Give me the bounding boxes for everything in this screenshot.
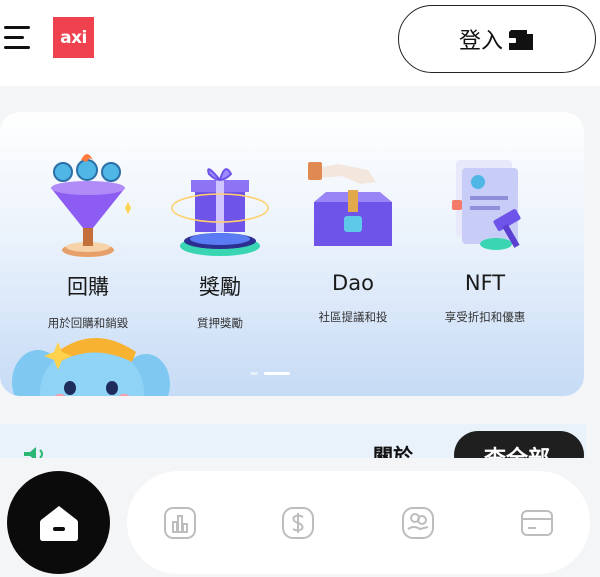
axi-logo[interactable]: axi [53,17,94,58]
ballot-box-icon [308,162,392,246]
carousel-dot-active[interactable] [264,372,290,375]
home-button[interactable] [7,471,110,574]
feature-subtitle: 社區提議和投 [318,310,388,324]
bar-chart-icon[interactable] [162,505,198,541]
bottom-nav-bar [127,471,590,574]
feature-subtitle: 享受折扣和優惠 [444,310,526,324]
top-header: axi 登入 [0,0,600,86]
feature-title: Dao [332,271,374,295]
gift-box-icon [171,168,269,256]
hamburger-menu-icon[interactable] [4,26,34,52]
carousel-dot[interactable] [250,372,258,375]
card-icon[interactable] [519,505,555,541]
feature-buyback[interactable]: 回購 用於回購和銷毀 [18,152,158,331]
login-button[interactable]: 登入 [398,5,596,73]
coins-hand-icon[interactable] [400,505,436,541]
wallet-icon [506,30,533,50]
funnel-coins-icon [51,154,131,257]
feature-title: 回購 [67,275,109,299]
feature-title: 獎勵 [199,275,241,299]
feature-title: NFT [464,271,506,295]
feature-rewards[interactable]: 獎勵 質押獎勵 [150,152,290,331]
carousel-dots[interactable] [250,372,290,375]
logo-text: axi [60,27,87,48]
document-gavel-icon [452,160,521,250]
login-label: 登入 [458,29,503,54]
dollar-icon[interactable] [280,505,316,541]
home-icon [39,505,78,541]
feature-banner[interactable]: 回購 用於回購和銷毀 獎勵 質押獎勵 Dao 社區提議和投 NFT 享受折扣和優… [0,112,584,396]
feature-dao[interactable]: Dao 社區提議和投 [283,152,423,325]
feature-nft[interactable]: NFT 享受折扣和優惠 [415,152,555,325]
elephant-mascot [12,337,170,396]
